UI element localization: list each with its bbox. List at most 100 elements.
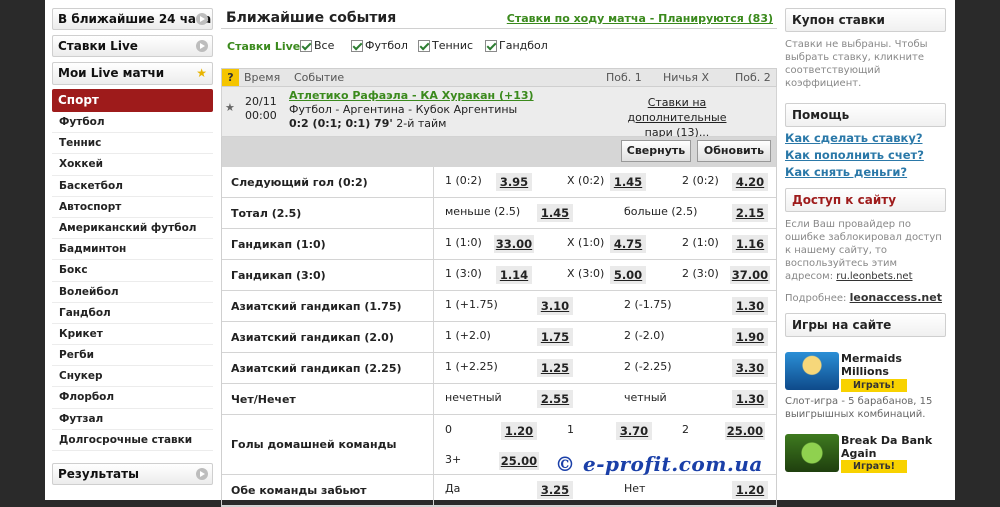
sidebar-item-sport[interactable]: Теннис (52, 133, 213, 155)
odds-label: 1 (+2.0) (445, 329, 491, 342)
odds-button[interactable]: 37.00 (730, 266, 770, 284)
sidebar-item-sport[interactable]: Автоспорт (52, 197, 213, 218)
filter-all-label: Все (314, 39, 335, 52)
sidebar-item-sport[interactable]: Баскетбол (52, 176, 213, 197)
results-button[interactable]: Результаты (52, 463, 213, 485)
odds-button[interactable]: 3.95 (496, 173, 532, 191)
market-name: Обе команды забьют (222, 475, 434, 505)
collapse-button[interactable]: Свернуть (621, 140, 691, 162)
sidebar-item-sport[interactable]: Бадминтон (52, 239, 213, 261)
odds-button[interactable]: 1.20 (501, 422, 537, 440)
market-name: Гандикап (1:0) (222, 229, 434, 259)
odds-button[interactable]: 1.30 (732, 390, 768, 408)
odds-label: 2 (682, 423, 689, 436)
filter-handball[interactable]: Гандбол (485, 39, 548, 52)
sidebar-item-sport[interactable]: Бокс (52, 260, 213, 282)
filter-football[interactable]: Футбол (351, 39, 408, 52)
sidebar-item-sport[interactable]: Футзал (52, 409, 213, 430)
refresh-button[interactable]: Обновить (697, 140, 771, 162)
sidebar-item-sport[interactable]: Флорбол (52, 387, 213, 409)
event-info: Атлетико Рафаэла - КА Хуракан (+13) Футб… (289, 89, 534, 131)
event-name-link[interactable]: Атлетико Рафаэла - КА Хуракан (+13) (289, 89, 534, 103)
arrow-right-icon (196, 40, 208, 52)
sidebar-item-sport[interactable]: Регби (52, 345, 213, 367)
odds-button[interactable]: 2.55 (537, 390, 573, 408)
market-row: Азиатский гандикап (2.25) 1 (+2.25) 1.25 2 … (222, 353, 776, 384)
next-24h-label: В ближайшие 24 часа (58, 12, 212, 26)
odds-button[interactable]: 4.75 (610, 235, 646, 253)
odds-button[interactable]: 1.45 (610, 173, 646, 191)
sidebar-item-sport[interactable]: Волейбол (52, 282, 213, 303)
break-da-bank-game-icon[interactable] (785, 434, 839, 472)
sidebar-item-sport[interactable]: Американский футбол (52, 218, 213, 240)
odds-button[interactable]: 2.15 (732, 204, 768, 222)
col-p2: Поб. 2 (735, 71, 771, 84)
event-period: 2-й тайм (396, 117, 447, 130)
play-button[interactable]: Играть! (841, 379, 907, 392)
odds-button[interactable]: 3.30 (732, 359, 768, 377)
filter-handball-label: Гандбол (499, 39, 548, 52)
odds-button[interactable]: 33.00 (494, 235, 534, 253)
help-links: Как сделать ставку? Как пополнить счет? … (785, 130, 946, 181)
more-link[interactable]: leonaccess.net (850, 291, 942, 304)
odds-button[interactable]: 25.00 (499, 452, 539, 470)
game-name-line1: Mermaids (841, 352, 902, 365)
odds-label: 2 (1:0) (682, 236, 719, 249)
market-row: Гандикап (3:0) 1 (3:0) 1.14 X (3:0) 5.00 2 (3… (222, 260, 776, 291)
checkbox-icon[interactable] (418, 39, 430, 52)
odds-button[interactable]: 1.14 (496, 266, 532, 284)
market-row: Азиатский гандикап (2.0) 1 (+2.0) 1.75 2 (-… (222, 322, 776, 353)
checkbox-icon[interactable] (351, 39, 363, 52)
odds-label: Да (445, 482, 461, 495)
odds-button[interactable]: 1.30 (732, 297, 768, 315)
odds-button[interactable]: 1.75 (537, 328, 573, 346)
help-icon[interactable]: ? (222, 69, 239, 86)
market-name: Тотал (2.5) (222, 198, 434, 228)
odds-button[interactable]: 5.00 (610, 266, 646, 284)
odds-button[interactable]: 1.90 (732, 328, 768, 346)
access-link[interactable]: ru.leonbets.net (836, 271, 912, 282)
odds-button[interactable]: 1.45 (537, 204, 573, 222)
next-24h-button[interactable]: В ближайшие 24 часа (52, 8, 213, 30)
odds-button[interactable]: 3.10 (537, 297, 573, 315)
checkbox-icon[interactable] (485, 39, 497, 52)
watermark: © e-profit.com.ua (555, 452, 763, 476)
main-content: Ближайшие события Ставки по ходу матча -… (221, 8, 777, 507)
game-name-line2: Millions (841, 365, 889, 378)
results-label: Результаты (58, 467, 139, 481)
odds-button[interactable]: 3.25 (537, 481, 573, 499)
more-bets-line1: Ставки на дополнительные (627, 96, 727, 124)
checkbox-icon[interactable] (300, 39, 312, 52)
odds-button[interactable]: 25.00 (725, 422, 765, 440)
sidebar-item-sport[interactable]: Снукер (52, 366, 213, 388)
sidebar-item-sport[interactable]: Футбол (52, 112, 213, 134)
more-bets-link[interactable]: Ставки на дополнительные пари (13)... (598, 95, 756, 140)
sidebar-item-sport[interactable]: Долгосрочные ставки (52, 430, 213, 451)
mermaids-game-icon[interactable] (785, 352, 839, 390)
odds-button[interactable]: 3.70 (616, 422, 652, 440)
help-link-deposit[interactable]: Как пополнить счет? (785, 147, 946, 164)
filter-all[interactable]: Все (300, 39, 334, 52)
odds-button[interactable]: 1.16 (732, 235, 768, 253)
my-live-matches-button[interactable]: Мои Live матчи ★ (52, 62, 213, 85)
help-link-bet[interactable]: Как сделать ставку? (785, 130, 946, 147)
odds-button[interactable]: 1.25 (537, 359, 573, 377)
sidebar-item-sport[interactable]: Крикет (52, 324, 213, 346)
market-name: Гандикап (3:0) (222, 260, 434, 290)
col-time: Время (244, 71, 281, 84)
filter-football-label: Футбол (365, 39, 408, 52)
odds-label: нечетный (445, 391, 502, 404)
market-name: Азиатский гандикап (2.0) (222, 322, 434, 352)
sidebar-item-sport[interactable]: Хоккей (52, 154, 213, 176)
help-link-withdraw[interactable]: Как снять деньги? (785, 164, 946, 181)
coupon-text: Ставки не выбраны. Чтобы выбрать ставку,… (785, 39, 928, 89)
odds-button[interactable]: 4.20 (732, 173, 768, 191)
odds-button[interactable]: 1.20 (732, 481, 768, 499)
filter-tennis[interactable]: Теннис (418, 39, 473, 52)
play-button[interactable]: Играть! (841, 460, 907, 473)
access-block: Если Ваш провайдер по ошибке заблокирова… (785, 218, 946, 283)
live-bets-button[interactable]: Ставки Live (52, 35, 213, 57)
live-planned-link[interactable]: Ставки по ходу матча - Планируются (83) (507, 12, 773, 25)
favorite-star-icon[interactable]: ★ (225, 101, 235, 114)
sidebar-item-sport[interactable]: Гандбол (52, 303, 213, 324)
